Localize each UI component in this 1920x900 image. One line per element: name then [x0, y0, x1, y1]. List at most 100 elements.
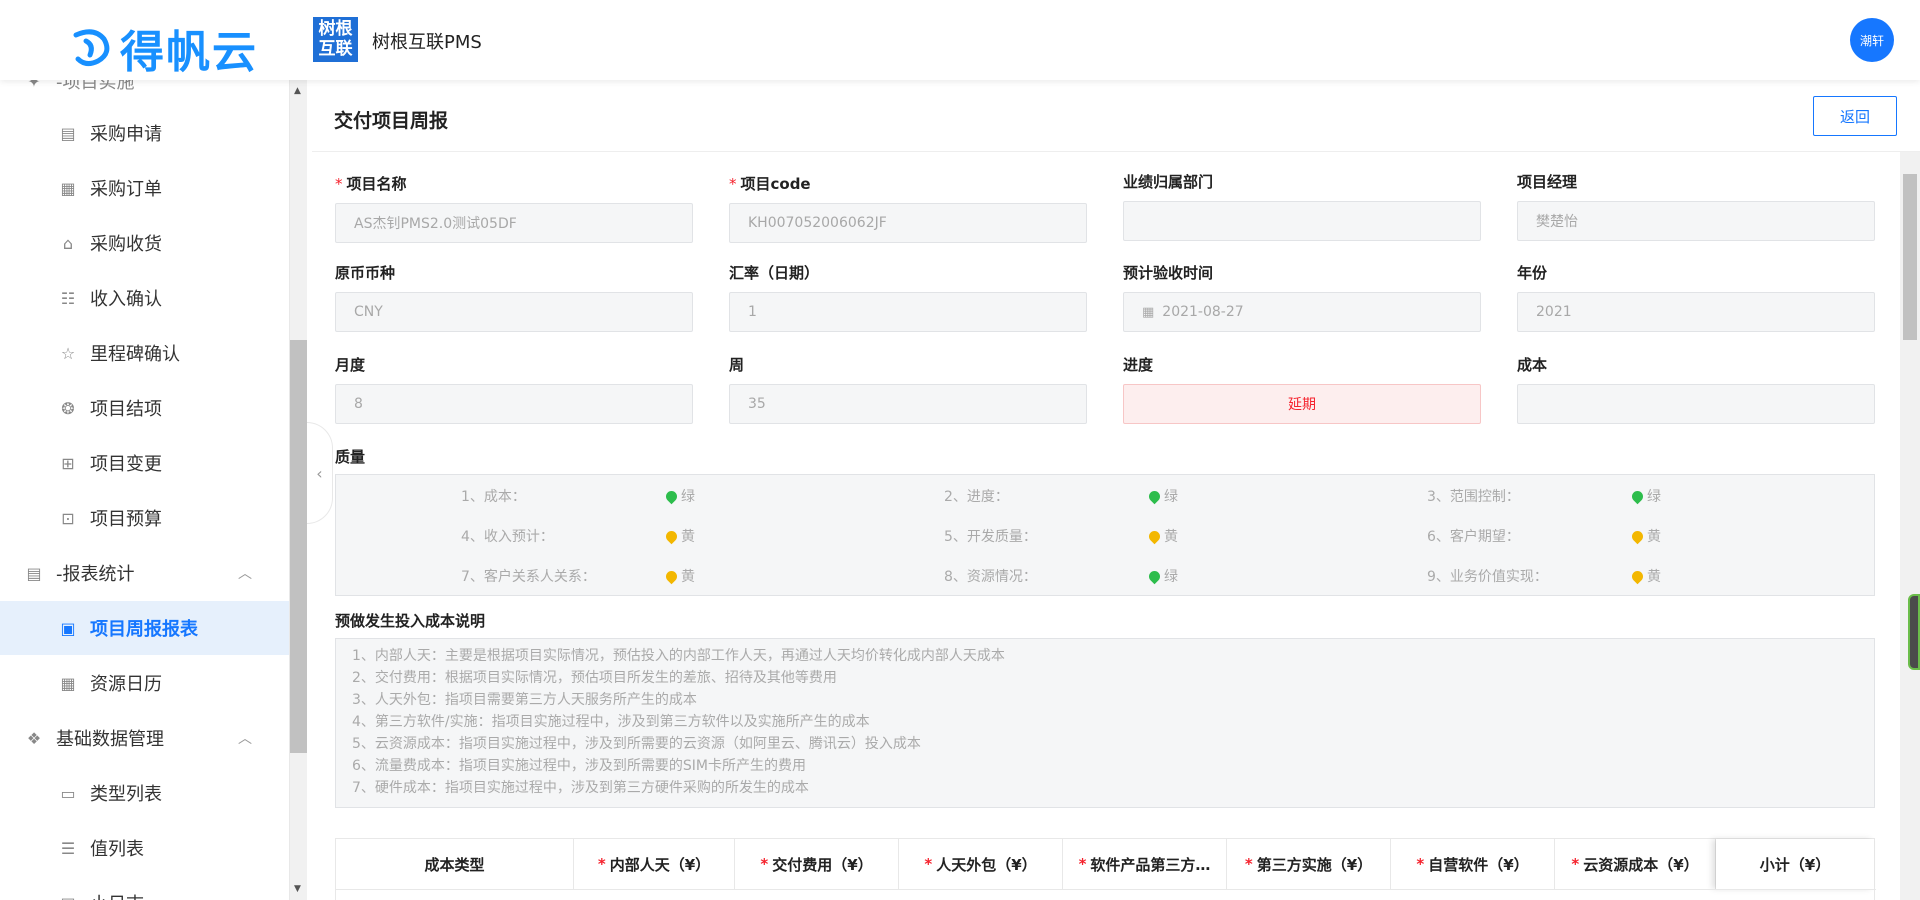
cost-desc-line: 4、第三方软件/实施：指项目实施过程中，涉及到第三方软件以及实施所产生的成本 [352, 714, 870, 730]
scroll-up-icon[interactable]: ▲ [294, 86, 301, 96]
project-name-field[interactable]: AS杰钊PMS2.0测试05DF [335, 203, 693, 243]
sidebar-item-log[interactable]: ▤ 小日志 [0, 876, 289, 900]
log-icon: ▤ [58, 893, 78, 900]
quality-item-label: 8、资源情况： [944, 569, 1037, 585]
cost-field[interactable] [1517, 384, 1875, 424]
back-button[interactable]: 返回 [1813, 96, 1897, 136]
field-label-year: 年份 [1517, 264, 1548, 282]
table-header-cloud-cost: * 云资源成本（¥） [1555, 839, 1716, 889]
quality-item-label: 4、收入预计： [461, 529, 554, 545]
sidebar-item-milestone[interactable]: ☆ 里程碑确认 [0, 326, 289, 380]
table-header-third-party-software: * 软件产品第三方… [1063, 839, 1227, 889]
calendar-icon: ▦ [1142, 304, 1155, 320]
manager-field[interactable]: 樊楚怡 [1517, 201, 1875, 241]
sidebar-group-report[interactable]: ▤ -报表统计 ︿ [0, 546, 289, 600]
sidebar-collapse-tab[interactable]: ‹ [307, 422, 333, 524]
month-field[interactable]: 8 [335, 384, 693, 424]
quality-item-label: 1、成本： [461, 489, 526, 505]
green-status-icon [1146, 568, 1163, 584]
star-icon: ☆ [60, 343, 76, 363]
sidebar-group-base-data[interactable]: ❖ 基础数据管理 ︿ [0, 711, 289, 765]
page-title: 交付项目周报 [334, 110, 449, 132]
sidebar-item-label: 类型列表 [90, 784, 162, 805]
main-scroll-thumb[interactable] [1903, 174, 1917, 340]
progress-status[interactable]: 延期 [1123, 384, 1481, 424]
project-code-field[interactable]: KH007052006062JF [729, 203, 1087, 243]
sidebar-item-label: 值列表 [90, 839, 144, 860]
sidebar-item-label: 采购申请 [90, 124, 162, 145]
sidebar-scroll-thumb[interactable] [290, 340, 307, 753]
week-field[interactable]: 35 [729, 384, 1087, 424]
field-label-quality: 质量 [335, 448, 366, 466]
sidebar-item-label: 收入确认 [90, 289, 162, 310]
table-header-internal-days: * 内部人天（¥） [574, 839, 735, 889]
cost-desc-line: 7、硬件成本：指项目实施过程中，涉及到第三方硬件采购的所发生的成本 [352, 780, 809, 796]
logo[interactable]: 得帆云 [68, 16, 258, 80]
report-list-icon: ▣ [60, 618, 76, 638]
logo-icon [73, 29, 110, 67]
accept-date-field[interactable]: ▦ 2021-08-27 [1123, 292, 1481, 332]
quality-item-value: 黄 [1629, 566, 1661, 586]
yellow-status-icon [663, 568, 680, 584]
avatar[interactable]: 潮轩 [1850, 18, 1894, 62]
home-icon: ⌂ [62, 233, 74, 253]
quality-item-label: 5、开发质量： [944, 529, 1037, 545]
year-field[interactable]: 2021 [1517, 292, 1875, 332]
green-status-icon [1629, 488, 1646, 504]
floating-widget-tab[interactable] [1908, 594, 1920, 670]
sidebar-item-label: 项目结项 [90, 399, 162, 420]
cost-desc-line: 1、内部人天：主要是根据项目实际情况，预估投入的内部工作人天，再通过人天均价转化… [352, 648, 1005, 664]
sidebar-item-label: 采购订单 [90, 179, 162, 200]
cost-desc-line: 6、流量费成本：指项目实施过程中，涉及到所需要的SIM卡所产生的费用 [352, 758, 807, 774]
grid-icon: ⊞ [61, 453, 75, 473]
field-label-project-name: * 项目名称 [335, 175, 407, 193]
quality-item-value: 黄 [1146, 526, 1178, 546]
quality-item-label: 6、客户期望： [1427, 529, 1520, 545]
sliders-icon: ☰ [60, 838, 76, 858]
green-status-icon [663, 488, 680, 504]
tools-icon: ✦ [27, 80, 41, 91]
table-header-subtotal: 小计（¥） [1716, 839, 1874, 889]
cost-desc-textarea[interactable]: 1、内部人天：主要是根据项目实际情况，预估投入的内部工作人天，再通过人天均价转化… [335, 638, 1875, 808]
sidebar-item-purchase-order[interactable]: ▦ 采购订单 [0, 161, 289, 215]
dept-field[interactable] [1123, 201, 1481, 241]
sidebar-group-implementation[interactable]: ✦ -项目实施 [0, 80, 289, 108]
table-header-third-party-impl: * 第三方实施（¥） [1227, 839, 1391, 889]
currency-field[interactable]: CNY [335, 292, 693, 332]
sidebar-item-label: 资源日历 [90, 674, 162, 695]
sidebar-group-label: 基础数据管理 [56, 729, 164, 750]
rate-field[interactable]: 1 [729, 292, 1087, 332]
sidebar-item-project-budget[interactable]: ⊡ 项目预算 [0, 491, 289, 545]
sidebar-item-purchase-request[interactable]: ▤ 采购申请 [0, 106, 289, 160]
sidebar-item-purchase-receipt[interactable]: ⌂ 采购收货 [0, 216, 289, 270]
chevron-up-icon: ︿ [238, 566, 252, 582]
quality-item-value: 绿 [1146, 486, 1178, 506]
scroll-down-icon[interactable]: ▼ [294, 884, 301, 894]
sidebar-item-type-list[interactable]: ▭ 类型列表 [0, 766, 289, 820]
brand-logo-box: 树根互联 [313, 17, 358, 62]
sidebar-item-label: 项目变更 [90, 454, 162, 475]
top-header: 得帆云 树根互联 树根互联PMS 潮轩 [0, 0, 1920, 80]
calendar-icon: ▦ [60, 673, 76, 693]
sidebar-item-project-change[interactable]: ⊞ 项目变更 [0, 436, 289, 490]
field-label-currency: 原币币种 [335, 264, 396, 282]
quality-item-value: 绿 [1146, 566, 1178, 586]
page-titlebar: 交付项目周报 返回 [312, 80, 1920, 152]
cost-desc-line: 3、人天外包：指项目需要第三方人天服务所产生的成本 [352, 692, 697, 708]
window-icon: ▭ [60, 783, 76, 803]
logo-text: 得帆云 [120, 27, 258, 78]
sidebar-item-weekly-report[interactable]: ▣ 项目周报报表 [0, 601, 289, 655]
sidebar-item-label: 项目预算 [90, 509, 162, 530]
field-label-rate: 汇率（日期） [729, 264, 820, 282]
main-scrollbar[interactable] [1900, 152, 1920, 900]
sidebar-item-resource-calendar[interactable]: ▦ 资源日历 [0, 656, 289, 710]
green-status-icon [1146, 488, 1163, 504]
sidebar-scrollbar[interactable]: ▲ ▼ [290, 80, 307, 900]
field-label-progress: 进度 [1123, 356, 1154, 374]
sidebar-item-revenue-confirm[interactable]: ☷ 收入确认 [0, 271, 289, 325]
sidebar-item-project-close[interactable]: ❂ 项目结项 [0, 381, 289, 435]
cubes-icon: ❖ [26, 728, 42, 748]
field-label-accept-date: 预计验收时间 [1123, 264, 1214, 282]
quality-item-value: 绿 [663, 486, 695, 506]
sidebar-item-value-list[interactable]: ☰ 值列表 [0, 821, 289, 875]
